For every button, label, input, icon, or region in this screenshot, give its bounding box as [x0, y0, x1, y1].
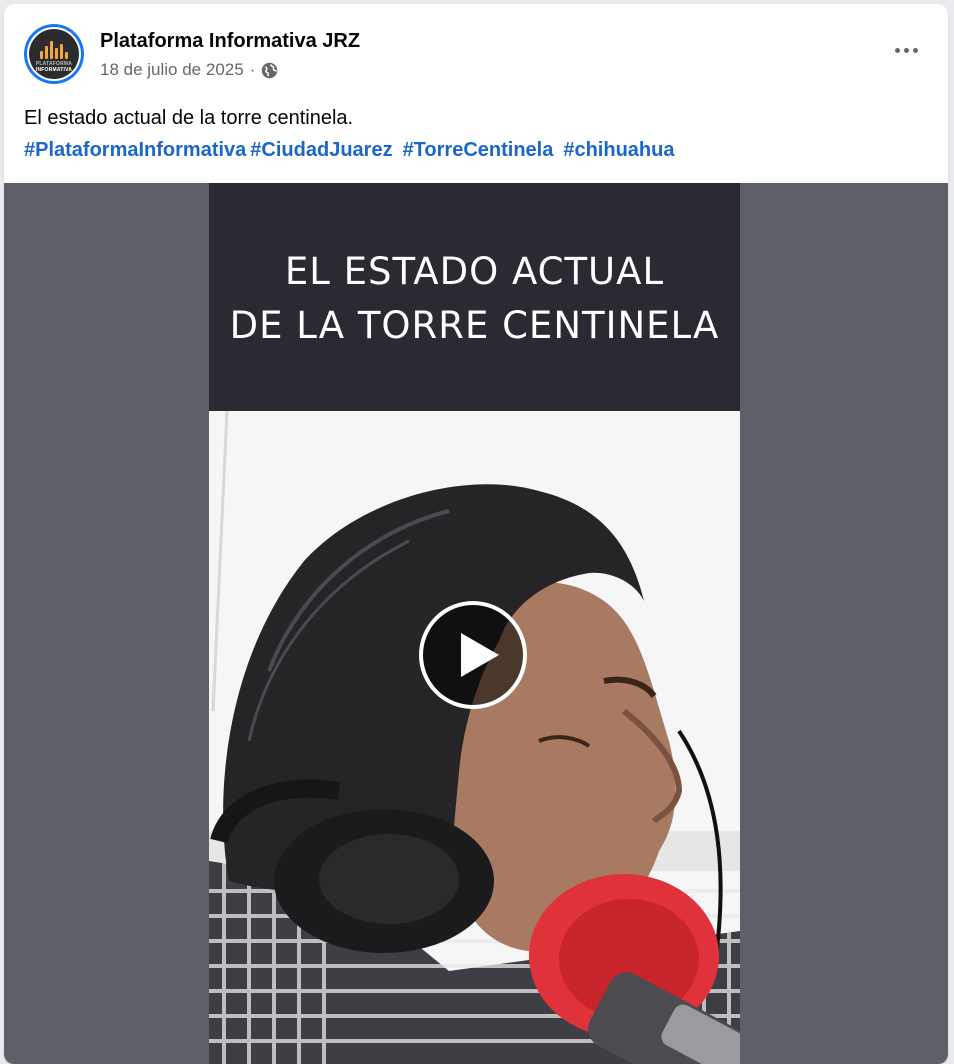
page-name-link[interactable]: Plataforma Informativa JRZ [100, 30, 360, 53]
video-player[interactable]: EL ESTADO ACTUAL DE LA TORRE CENTINELA [4, 183, 948, 1064]
more-options-icon[interactable] [888, 38, 924, 62]
play-icon [461, 633, 499, 677]
post-header: PLATAFORMA INFORMATIVA Plataforma Inform… [4, 4, 948, 94]
avatar[interactable]: PLATAFORMA INFORMATIVA [24, 24, 84, 84]
post-date-link[interactable]: 18 de julio de 2025 [100, 60, 244, 80]
hashtag-link[interactable]: #chihuahua [563, 139, 674, 161]
hashtag-list: #PlataformaInformativa #CiudadJuarez #Torr… [24, 134, 924, 166]
video-thumbnail-image [209, 411, 740, 1064]
hashtag-link[interactable]: #CiudadJuarez [250, 139, 392, 161]
hashtag-link[interactable]: #TorreCentinela [403, 139, 554, 161]
video-title: EL ESTADO ACTUAL DE LA TORRE CENTINELA [229, 250, 720, 347]
globe-icon[interactable] [261, 62, 278, 79]
video-title-band: EL ESTADO ACTUAL DE LA TORRE CENTINELA [209, 183, 740, 411]
logo-text: PLATAFORMA INFORMATIVA [35, 61, 73, 73]
post-card: PLATAFORMA INFORMATIVA Plataforma Inform… [4, 4, 948, 1064]
page-logo: PLATAFORMA INFORMATIVA [29, 29, 79, 79]
play-button[interactable] [419, 601, 527, 709]
logo-bars-icon [40, 41, 68, 59]
meta-separator: · [249, 60, 256, 79]
caption-text: El estado actual de la torre centinela. [24, 107, 354, 129]
post-meta: 18 de julio de 2025 · [100, 60, 278, 80]
post-caption: El estado actual de la torre centinela. … [24, 102, 924, 166]
hashtag-link[interactable]: #PlataformaInformativa [24, 139, 246, 161]
